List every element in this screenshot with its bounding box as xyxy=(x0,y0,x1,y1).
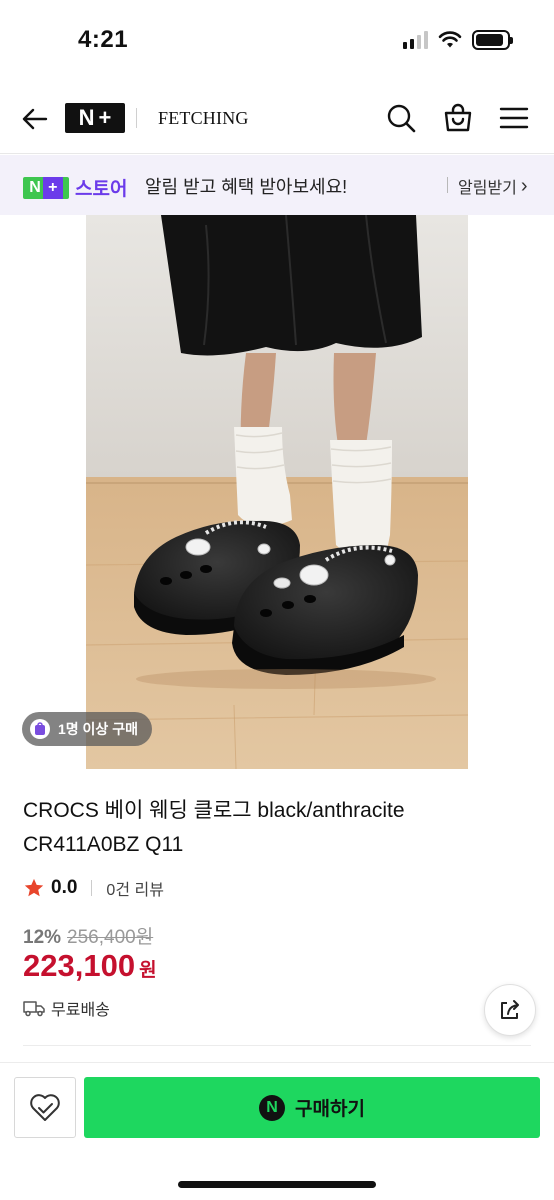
battery-icon xyxy=(472,30,513,50)
rating-divider xyxy=(91,880,93,896)
buy-label: 구매하기 xyxy=(295,1099,365,1120)
notification-banner[interactable]: N + 스토어 알림 받고 혜택 받아보세요! 알림받기 › xyxy=(0,155,554,215)
original-price: 256,400원 xyxy=(67,927,154,948)
store-plus: + xyxy=(42,176,63,199)
sale-price: 223,100 xyxy=(23,948,136,983)
buy-button[interactable]: N 구매하기 xyxy=(84,1077,540,1138)
notify-me-label: 알림받기 xyxy=(458,180,517,197)
status-bar: 4:21 xyxy=(0,0,554,84)
review-count[interactable]: 0건 리뷰 xyxy=(106,876,164,900)
naver-plus-logo[interactable]: N + xyxy=(65,103,125,133)
heart-check-icon xyxy=(30,1093,60,1121)
product-title: CROCS 베이 웨딩 클로그 black/anthracite CR411A0… xyxy=(23,799,405,856)
store-brand-name[interactable]: FETCHING xyxy=(158,108,249,129)
rating-row[interactable]: 0.0 0건 리뷰 xyxy=(23,876,164,900)
purchase-count-text: 1명 이상 구매 xyxy=(58,721,138,737)
naver-pay-n-icon: N xyxy=(259,1094,286,1121)
logo-plus: + xyxy=(98,105,112,130)
share-button[interactable] xyxy=(484,984,536,1036)
shipping-text: 무료배송 xyxy=(51,1002,110,1019)
store-np-mark: N + xyxy=(23,176,69,199)
notify-me-button[interactable]: 알림받기 › xyxy=(458,174,528,198)
home-indicator[interactable] xyxy=(178,1181,376,1188)
sale-price-unit: 원 xyxy=(139,960,157,981)
shopping-bag-badge-icon xyxy=(30,719,50,739)
shopping-bag-icon[interactable] xyxy=(442,102,474,134)
cellular-signal-icon xyxy=(403,31,428,49)
wishlist-button[interactable] xyxy=(14,1077,76,1138)
store-label: 스토어 xyxy=(75,179,128,200)
banner-divider xyxy=(447,177,448,193)
sale-price-row: 223,100 원 xyxy=(23,948,157,984)
truck-icon xyxy=(23,1001,45,1017)
product-image[interactable] xyxy=(86,215,468,769)
discount-rate: 12% xyxy=(23,927,62,948)
back-arrow-icon[interactable] xyxy=(20,104,50,134)
content-divider xyxy=(23,1045,531,1046)
star-icon xyxy=(24,878,44,897)
banner-message: 알림 받고 혜택 받아보세요! xyxy=(145,177,348,197)
menu-icon[interactable] xyxy=(498,102,530,134)
shipping-info: 무료배송 xyxy=(23,996,110,1020)
app-header: N + FETCHING xyxy=(0,84,554,154)
status-time: 4:21 xyxy=(78,26,129,53)
battery-level xyxy=(476,34,503,46)
search-icon[interactable] xyxy=(385,102,417,134)
store-n: N xyxy=(29,178,41,196)
status-icons xyxy=(403,30,513,50)
chevron-right-icon: › xyxy=(520,175,528,197)
rating-value: 0.0 xyxy=(51,877,78,898)
naver-plus-store-logo: N + 스토어 xyxy=(23,174,127,201)
share-icon xyxy=(501,1000,519,1019)
purchase-count-badge: 1명 이상 구매 xyxy=(22,712,152,746)
product-photo-crocs-clogs xyxy=(86,215,468,769)
logo-n: N xyxy=(78,105,95,130)
price-original-row: 12% 256,400원 xyxy=(23,922,153,949)
wifi-icon xyxy=(438,31,462,48)
logo-divider xyxy=(136,108,137,128)
bottom-action-bar: N 구매하기 xyxy=(0,1062,554,1200)
